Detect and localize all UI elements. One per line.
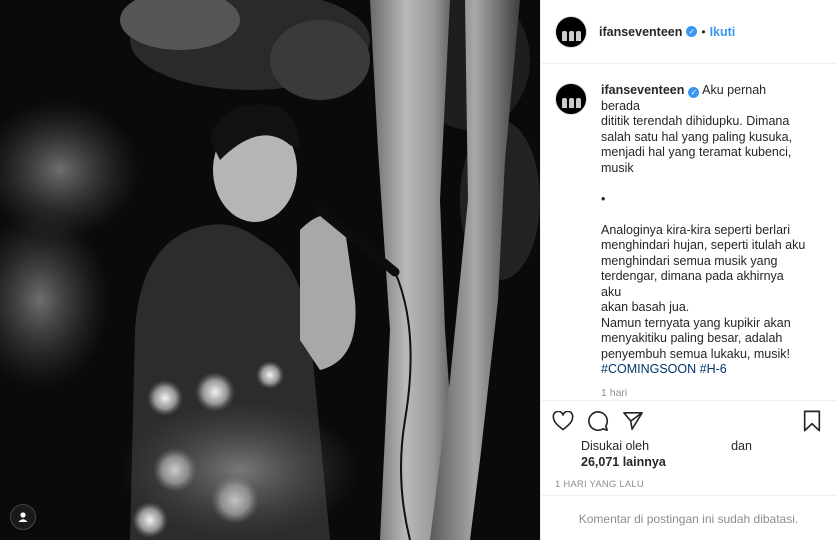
likes-count[interactable]: 26,071 lainnya [581, 454, 836, 470]
caption-time: 1 hari [601, 386, 628, 399]
caption-line: menghindari hujan, seperti itulah aku [601, 238, 806, 252]
post-caption: ifanseventeen ✓ Aku pernah berada dititik… [601, 83, 806, 401]
caption-line: Analoginya kira-kira seperti berlari [601, 222, 790, 237]
caption-username[interactable]: ifanseventeen [601, 83, 684, 97]
liked-by-and: dan [731, 439, 752, 453]
caption-line: dititik terendah dihidupku. Dimana [601, 114, 790, 128]
user-tag-button[interactable] [10, 504, 36, 530]
caption-line: akan basah jua. [601, 300, 690, 314]
user-tag-icon [18, 512, 28, 522]
separator-dot: • [701, 24, 706, 39]
caption-line: menghindari semua musik yang [601, 253, 778, 268]
share-icon[interactable] [621, 409, 645, 433]
header-username[interactable]: ifanseventeen [599, 25, 682, 39]
comment-icon[interactable] [586, 409, 610, 433]
likes-section: Disukai oleh dan 26,071 lainnya [541, 438, 836, 470]
post-header: ifanseventeen ✓ • Ikuti [541, 0, 836, 64]
caption-line: terdengar, dimana pada akhirnya aku [601, 269, 784, 299]
post-photo[interactable] [0, 0, 540, 540]
caption-line: salah satu hal yang paling kusuka, [601, 129, 793, 144]
caption-bullet: • [601, 191, 606, 206]
caption-avatar[interactable] [555, 83, 587, 115]
posted-time: 1 HARI YANG LALU [555, 479, 644, 490]
caption-hashtags[interactable]: #COMINGSOON #H-6 [601, 362, 806, 378]
post-actions: Disukai oleh dan 26,071 lainnya 1 HARI Y… [541, 400, 836, 540]
heart-icon[interactable] [551, 409, 575, 433]
caption-line: musik [601, 160, 634, 175]
caption-line: menyakitiku paling besar, adalah [601, 331, 783, 345]
avatar[interactable] [555, 15, 587, 48]
photo-image [0, 0, 540, 540]
verified-badge-icon: ✓ [688, 87, 700, 98]
caption-line: Namun ternyata yang kupikir akan [601, 315, 791, 330]
verified-badge-icon: ✓ [686, 26, 698, 37]
post-side-panel: ifanseventeen ✓ • Ikuti ifanseventeen ✓ A… [540, 0, 836, 540]
caption-line: penyembuh semua lukaku, musik! [601, 346, 790, 361]
caption-line: menjadi hal yang teramat kubenci, [601, 145, 792, 159]
bookmark-icon[interactable] [800, 409, 824, 433]
comments-disabled-notice: Komentar di postingan ini sudah dibatasi… [541, 495, 836, 540]
liked-by-prefix: Disukai oleh [581, 439, 650, 453]
follow-button[interactable]: Ikuti [710, 25, 736, 39]
comments-area: ifanseventeen ✓ Aku pernah berada dititik… [541, 65, 836, 400]
